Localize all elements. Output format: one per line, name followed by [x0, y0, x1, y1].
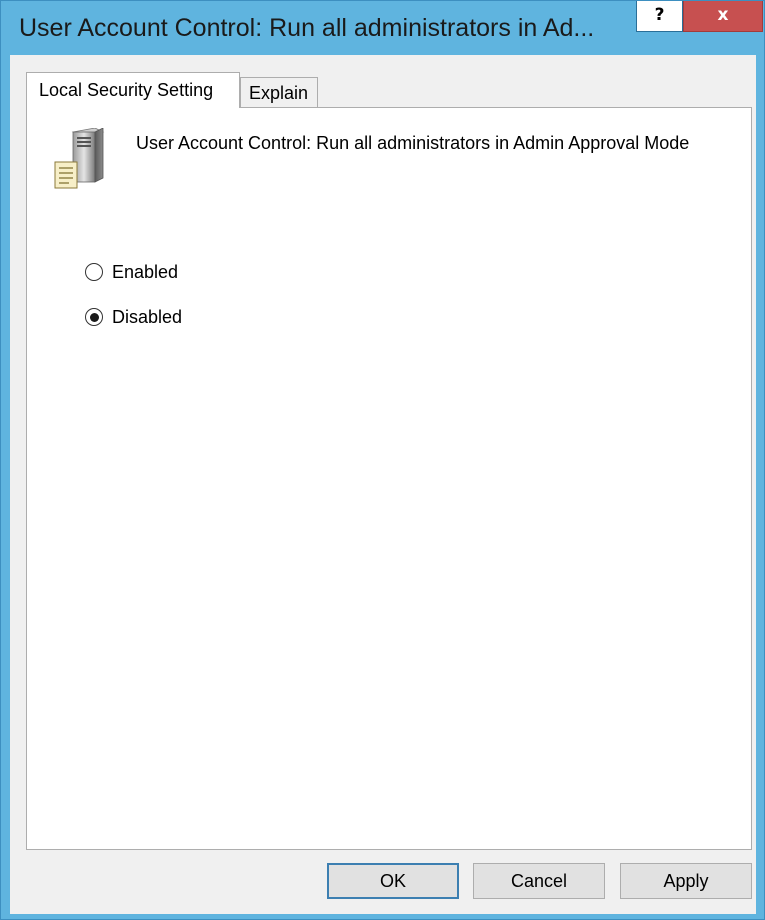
radio-circle-disabled[interactable]: [85, 308, 103, 326]
server-policy-icon: [51, 127, 111, 190]
radio-disabled[interactable]: Disabled: [85, 305, 182, 329]
help-button[interactable]: ?: [636, 1, 683, 32]
dialog-client-area: Local Security Setting Explain User Acco…: [10, 55, 756, 914]
close-button[interactable]: x: [683, 1, 763, 32]
radio-circle-enabled[interactable]: [85, 263, 103, 281]
radio-enabled-label: Enabled: [112, 261, 179, 282]
title-bar[interactable]: User Account Control: Run all administra…: [1, 1, 764, 63]
tab-explain[interactable]: Explain: [240, 77, 318, 108]
tab-local-security-setting[interactable]: Local Security Setting: [26, 72, 240, 108]
radio-disabled-label: Disabled: [112, 306, 183, 327]
ok-button[interactable]: OK: [327, 863, 459, 899]
cancel-button[interactable]: Cancel: [473, 863, 605, 899]
window-title: User Account Control: Run all administra…: [19, 14, 595, 42]
policy-properties-window: User Account Control: Run all administra…: [0, 0, 765, 920]
apply-button[interactable]: Apply: [620, 863, 752, 899]
radio-enabled[interactable]: Enabled: [85, 260, 178, 284]
radio-selected-dot: [89, 312, 99, 322]
policy-title: User Account Control: Run all administra…: [136, 133, 690, 153]
tab-panel: User Account Control: Run all administra…: [26, 107, 752, 850]
